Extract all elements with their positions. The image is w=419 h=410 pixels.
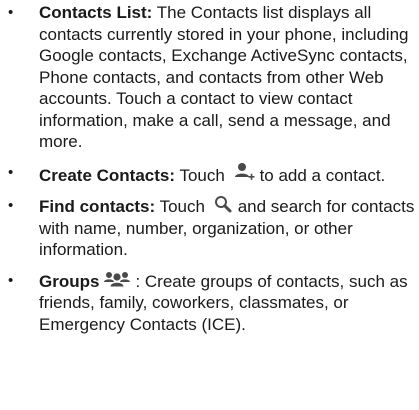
item-text-before-icon: Touch [155, 197, 205, 216]
item-term: Contacts List: [39, 3, 153, 22]
item-text-before-icon: Touch [175, 165, 225, 185]
item-term: Create Contacts: [39, 165, 176, 185]
item-text-after-icon: to add a contact. [259, 165, 386, 185]
item-term: Find contacts: [39, 197, 156, 216]
list-item-create-contacts: • Create Contacts: Touch to add a contac… [0, 162, 419, 187]
item-term: Groups [39, 271, 100, 291]
item-description: The Contacts list displays all contacts … [39, 3, 409, 151]
groups-icon [103, 270, 131, 288]
feature-bullet-list: • Contacts List: The Contacts list displ… [0, 2, 419, 344]
add-contact-icon [234, 162, 256, 182]
list-item-groups: • Groups : Create groups of contacts, su… [0, 270, 419, 336]
search-icon [214, 195, 234, 213]
bullet-dot: • [8, 271, 14, 289]
list-item-contacts-list: • Contacts List: The Contacts list displ… [0, 2, 419, 153]
list-item-find-contacts: • Find contacts: Touch and search for co… [0, 195, 419, 261]
bullet-dot: • [8, 4, 14, 21]
bullet-dot: • [8, 197, 14, 214]
bullet-dot: • [8, 163, 14, 181]
